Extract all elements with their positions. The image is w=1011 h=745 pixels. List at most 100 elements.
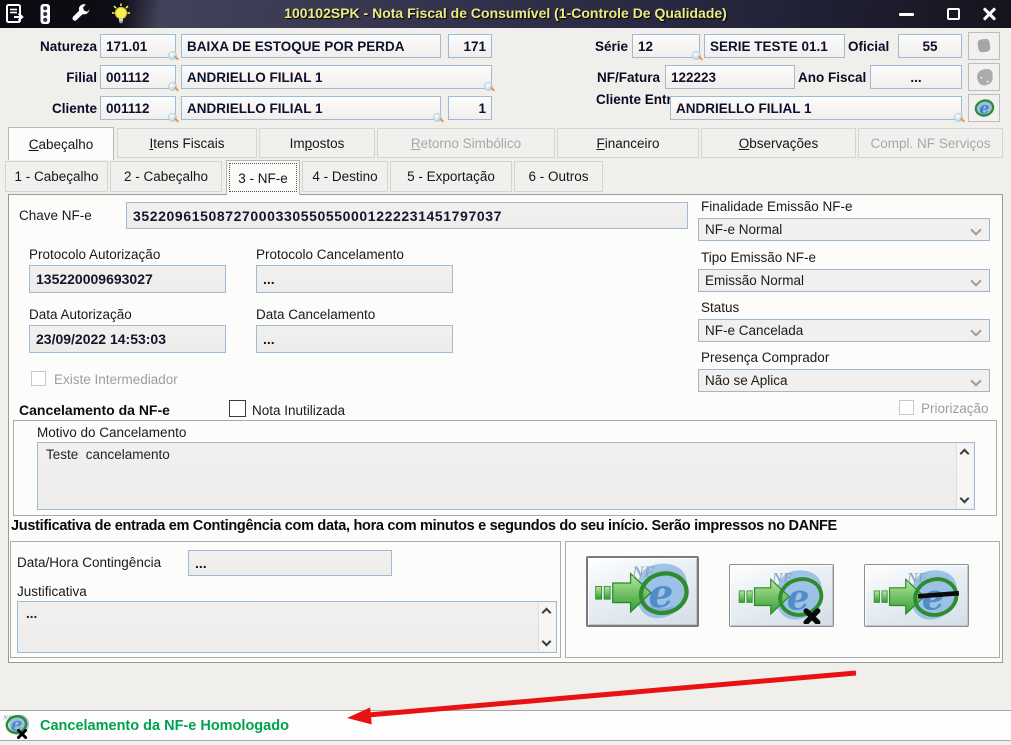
- lookup-magnifier-icon: [168, 113, 177, 122]
- serie-code-field[interactable]: 12: [632, 34, 701, 60]
- ano-fiscal-action-button[interactable]: [968, 63, 1000, 91]
- natureza-extra-field[interactable]: 171: [448, 34, 492, 58]
- priorizacao-checkbox[interactable]: [899, 400, 914, 415]
- chevron-down-icon: [967, 322, 987, 339]
- subtab-6-outros[interactable]: 6 - Outros: [514, 161, 603, 192]
- serie-desc-field[interactable]: SERIE TESTE 01.1: [704, 34, 845, 58]
- nfe-transmit-button[interactable]: NF e: [586, 556, 699, 627]
- justificativa-label: Justificativa: [17, 584, 87, 599]
- lookup-magnifier-icon: [484, 82, 493, 91]
- data-hora-contingencia-field[interactable]: ...: [188, 550, 392, 576]
- lookup-magnifier-icon: [168, 51, 177, 60]
- scroll-down-icon: [541, 636, 552, 647]
- nfe-transmit-icon: NF e: [595, 563, 689, 619]
- tab-retorno-simbolico: Retorno Simbólico: [377, 128, 555, 158]
- vertical-scrollbar[interactable]: [538, 603, 555, 651]
- nfe-inutilize-icon: NF e: [873, 570, 960, 620]
- gray-square-icon: [977, 38, 991, 53]
- scroll-down-icon: [959, 493, 970, 504]
- contingencia-header: Justificativa de entrada em Contingência…: [11, 518, 837, 534]
- chave-nfe-label: Chave NF-e: [19, 208, 92, 223]
- nota-inutilizada-label: Nota Inutilizada: [252, 403, 346, 418]
- priorizacao-label: Priorização: [921, 401, 989, 416]
- nfe-cancel-button[interactable]: NF e: [729, 564, 834, 627]
- data-cancelamento-field[interactable]: ...: [256, 325, 453, 353]
- data-hora-contingencia-label: Data/Hora Contingência: [17, 555, 162, 570]
- protocolo-cancelamento-field[interactable]: ...: [256, 265, 453, 293]
- cliente-entrega-field[interactable]: ANDRIELLO FILIAL 1: [670, 96, 963, 122]
- finalidade-label: Finalidade Emissão NF-e: [701, 199, 853, 214]
- cliente-label: Cliente: [51, 101, 97, 116]
- tab-compl-nf-servicos: Compl. NF Serviços: [858, 128, 1003, 158]
- nfe-buttons-groupbox: NF e NF e NF e: [565, 541, 1000, 658]
- contingencia-groupbox: Data/Hora Contingência ... Justificativa…: [10, 541, 561, 658]
- nfe-tab-panel: Chave NF-e 35220961508727000330550550001…: [8, 194, 1003, 663]
- tab-itens-fiscais[interactable]: Itens Fiscais: [117, 128, 257, 158]
- oficial-field[interactable]: 55: [898, 34, 962, 58]
- natureza-code-field[interactable]: 171.01: [100, 34, 177, 60]
- subtab-4-destino[interactable]: 4 - Destino: [302, 161, 388, 192]
- tipo-emissao-dropdown[interactable]: Emissão Normal: [698, 269, 990, 292]
- title-bar: 100102SPK - Nota Fiscal de Consumível (1…: [0, 0, 1011, 28]
- tab-observacoes[interactable]: Observações: [701, 128, 856, 158]
- minimize-button[interactable]: [899, 13, 914, 16]
- tab-cabecalho[interactable]: Cabeçalho: [8, 127, 114, 160]
- presenca-comprador-label: Presença Comprador: [701, 350, 830, 365]
- finalidade-dropdown[interactable]: NF-e Normal: [698, 218, 990, 241]
- tab-impostos[interactable]: Impostos: [259, 128, 375, 158]
- data-autorizacao-label: Data Autorização: [29, 307, 132, 322]
- scroll-up-icon: [959, 448, 970, 459]
- window-title: 100102SPK - Nota Fiscal de Consumível (1…: [284, 5, 727, 21]
- nota-inutilizada-checkbox[interactable]: [229, 400, 246, 417]
- close-button[interactable]: [981, 7, 997, 21]
- nfe-cancel-icon: NF e: [738, 570, 824, 624]
- ano-fiscal-label: Ano Fiscal: [798, 70, 867, 85]
- tab-financeiro[interactable]: Financeiro: [557, 128, 699, 158]
- filial-code-field[interactable]: 001112: [100, 65, 177, 91]
- chevron-down-icon: [967, 221, 987, 238]
- lookup-magnifier-icon: [954, 113, 963, 122]
- presenca-comprador-dropdown[interactable]: Não se Aplica: [698, 369, 990, 392]
- maximize-button[interactable]: [947, 8, 960, 20]
- protocolo-cancelamento-label: Protocolo Cancelamento: [256, 247, 404, 262]
- cliente-desc-field[interactable]: ANDRIELLO FILIAL 1: [181, 96, 442, 122]
- protocolo-autorizacao-label: Protocolo Autorização: [29, 247, 161, 262]
- chave-nfe-field[interactable]: 3522096150872700033055055000122223145179…: [126, 202, 688, 229]
- protocolo-autorizacao-field[interactable]: 135220009693027: [29, 265, 226, 293]
- subtab-5-exportacao[interactable]: 5 - Exportação: [390, 161, 512, 192]
- protheus-window: 100102SPK - Nota Fiscal de Consumível (1…: [0, 0, 1011, 745]
- justificativa-textarea[interactable]: ...: [17, 601, 557, 653]
- status-dropdown[interactable]: NF-e Cancelada: [698, 319, 990, 342]
- status-message: Cancelamento da NF-e Homologado: [40, 718, 289, 734]
- natureza-label: Natureza: [39, 39, 97, 54]
- cliente-code-field[interactable]: 001112: [100, 96, 177, 122]
- nfe-inutilize-button[interactable]: NF e: [864, 564, 969, 627]
- chevron-down-icon: [967, 272, 987, 289]
- data-cancelamento-label: Data Cancelamento: [256, 307, 376, 322]
- subtab-2-cabecalho[interactable]: 2 - Cabeçalho: [110, 161, 222, 192]
- existe-intermediador-label: Existe Intermediador: [54, 372, 178, 387]
- filial-desc-field[interactable]: ANDRIELLO FILIAL 1: [181, 65, 493, 91]
- motivo-cancelamento-label: Motivo do Cancelamento: [37, 425, 187, 440]
- scroll-up-icon: [541, 607, 552, 618]
- cliente-entrega-nfe-button[interactable]: e: [968, 94, 1000, 122]
- lookup-magnifier-icon: [168, 82, 177, 91]
- lookup-magnifier-icon: [692, 51, 701, 60]
- subtab-3-nfe[interactable]: 3 - NF-e: [226, 160, 300, 195]
- data-autorizacao-field[interactable]: 23/09/2022 14:53:03: [29, 325, 226, 353]
- serie-label: Série: [594, 39, 628, 54]
- existe-intermediador-checkbox[interactable]: [31, 371, 46, 386]
- natureza-desc-field[interactable]: BAIXA DE ESTOQUE POR PERDA: [181, 34, 441, 58]
- status-bar: NF e Cancelamento da NF-e Homologado: [0, 710, 1011, 741]
- status-label: Status: [701, 300, 740, 315]
- oficial-action-button[interactable]: [968, 32, 1000, 60]
- nf-fatura-field[interactable]: 122223: [665, 65, 795, 89]
- vertical-scrollbar[interactable]: [956, 444, 973, 508]
- motivo-cancelamento-textarea[interactable]: Teste cancelamento: [37, 442, 975, 510]
- nf-fatura-label: NF/Fatura: [596, 70, 660, 85]
- cliente-extra-field[interactable]: 1: [448, 96, 492, 120]
- lookup-magnifier-icon: [433, 113, 442, 122]
- ano-fiscal-field[interactable]: ...: [870, 65, 962, 89]
- nfe-logo-icon: e: [974, 99, 995, 118]
- subtab-1-cabecalho[interactable]: 1 - Cabeçalho: [5, 161, 108, 192]
